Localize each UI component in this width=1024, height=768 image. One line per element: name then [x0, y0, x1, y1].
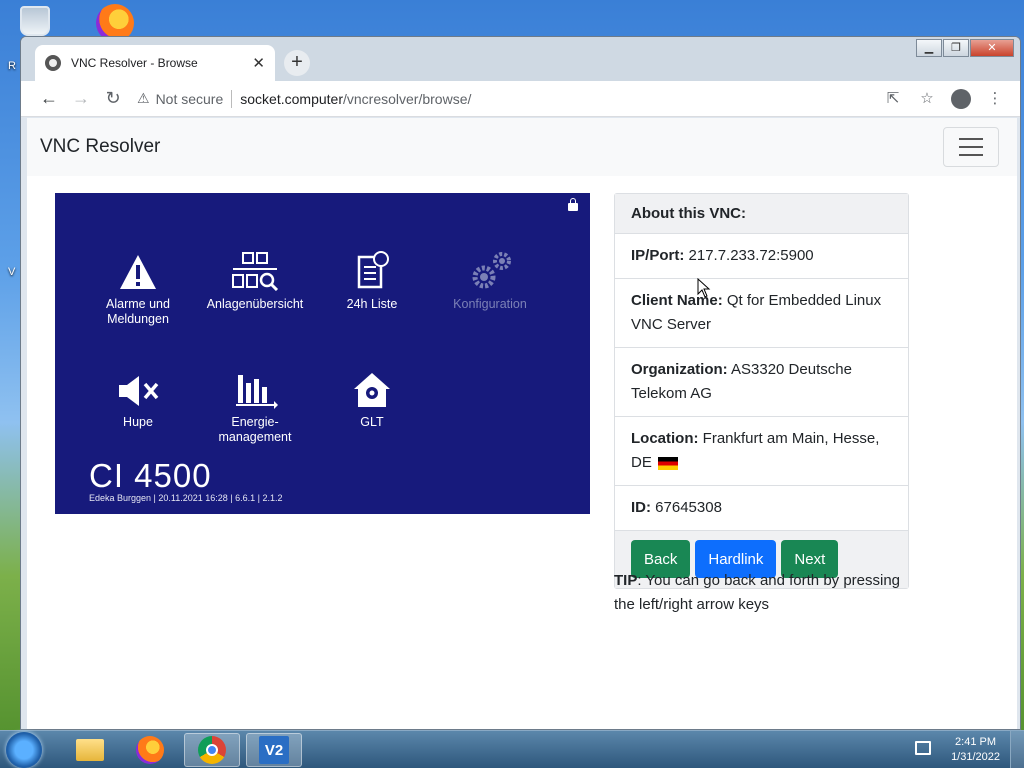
card-header: About this VNC:	[615, 194, 908, 234]
location-label: Location:	[631, 430, 699, 447]
ip-port-row: IP/Port: 217.7.233.72:5900	[615, 234, 908, 279]
address-separator	[231, 89, 233, 108]
tip-body: : You can go back and forth by pressing …	[614, 572, 901, 613]
gears-icon	[472, 252, 511, 289]
clock-time: 2:41 PM	[955, 736, 997, 748]
germany-flag-icon	[658, 456, 679, 470]
security-label[interactable]: Not secure	[156, 91, 224, 107]
organization-row: Organization: AS3320 Deutsche Telekom AG	[615, 348, 908, 417]
maximize-button[interactable]: ❐	[943, 39, 969, 57]
show-desktop-button[interactable]	[1010, 731, 1024, 768]
taskbar-firefox[interactable]	[122, 733, 178, 767]
vnc-tile-24h: 24h Liste	[312, 245, 432, 312]
taskbar: V2 2:41 PM 1/31/2022	[0, 730, 1024, 768]
window-close-button[interactable]: ✕	[970, 39, 1014, 57]
vnc-tile-alarme: Alarme und Meldungen	[78, 245, 198, 327]
warning-triangle-icon	[120, 255, 156, 289]
minimize-button[interactable]: ▁	[916, 39, 942, 57]
location-row: Location: Frankfurt am Main, Hesse, DE	[615, 417, 908, 486]
site-favicon-icon	[45, 55, 61, 71]
new-tab-button[interactable]: +	[284, 50, 310, 76]
vnc-tile-label: Alarme und Meldungen	[106, 297, 170, 326]
navbar-brand[interactable]: VNC Resolver	[40, 136, 160, 158]
share-icon[interactable]: ⇱	[876, 89, 910, 109]
profile-icon[interactable]	[944, 88, 978, 109]
toolbar-actions: ⇱ ☆ ⋮	[876, 88, 1012, 109]
warning-icon[interactable]: ⚠	[137, 90, 150, 107]
window-controls: ▁ ❐ ✕	[915, 39, 1014, 57]
tip-label: TIP	[614, 572, 638, 589]
url-host[interactable]: socket.computer	[240, 91, 343, 107]
tab-strip: VNC Resolver - Browse ✕ + ▁ ❐ ✕	[21, 37, 1020, 81]
taskbar-vnc-viewer[interactable]: V2	[246, 733, 302, 767]
vnc-tile-label: Hupe	[123, 415, 153, 429]
mouse-cursor-icon	[697, 278, 711, 298]
vnc-screenshot: Alarme und Meldungen Anlagenübersicht 24…	[55, 193, 590, 514]
id-value: 67645308	[655, 499, 722, 516]
vnc-tile-label: Anlagenübersicht	[206, 297, 304, 311]
vnc-tile-label: GLT	[360, 415, 384, 429]
vnc-tile-glt: GLT	[312, 363, 432, 430]
reload-icon[interactable]: ↻	[97, 83, 129, 115]
back-arrow-icon[interactable]: ←	[33, 83, 65, 115]
navbar-toggler-button[interactable]	[943, 127, 999, 167]
vnc-tile-konfiguration: Konfiguration	[430, 245, 550, 312]
bookmark-star-icon[interactable]: ☆	[910, 89, 944, 109]
address-bar[interactable]: ⚠ Not secure socket.computer/vncresolver…	[137, 85, 876, 113]
vnc-tile-label: Konfiguration	[453, 297, 527, 311]
vnc-tile-anlagen: Anlagenübersicht	[195, 245, 315, 312]
chrome-icon	[198, 736, 226, 764]
desktop-label-r: R	[8, 60, 16, 72]
forward-arrow-icon[interactable]: →	[65, 83, 97, 115]
site-navbar: VNC Resolver	[27, 118, 1017, 176]
tab-close-icon[interactable]: ✕	[252, 54, 265, 72]
browser-window: VNC Resolver - Browse ✕ + ▁ ❐ ✕ ← → ↻ ⚠ …	[20, 36, 1021, 730]
start-button[interactable]	[6, 732, 42, 768]
vnc-model-title: CI 4500	[89, 457, 212, 494]
taskbar-chrome[interactable]	[184, 733, 240, 767]
vnc-viewer-icon: V2	[259, 736, 289, 764]
tip-text: TIP: You can go back and forth by pressi…	[614, 569, 914, 617]
network-tray-icon[interactable]	[915, 741, 931, 755]
desktop-label-v: V	[8, 266, 16, 278]
id-label: ID:	[631, 499, 651, 516]
menu-kebab-icon[interactable]: ⋮	[978, 89, 1012, 109]
tab-title: VNC Resolver - Browse	[71, 56, 198, 70]
ip-value: 217.7.233.72:5900	[688, 247, 814, 264]
id-row: ID: 67645308	[615, 486, 908, 531]
vnc-tile-label: 24h Liste	[346, 297, 398, 311]
house-gear-icon	[354, 373, 390, 407]
web-page: VNC Resolver Alarme und Meldungen Anlage…	[27, 118, 1017, 729]
vnc-info-card: About this VNC: IP/Port: 217.7.233.72:59…	[614, 193, 909, 589]
vnc-footer-info: Edeka Burggen | 20.11.2021 16:28 | 6.6.1…	[89, 493, 283, 503]
browser-toolbar: ← → ↻ ⚠ Not secure socket.computer/vncre…	[21, 81, 1020, 117]
folder-icon	[76, 739, 104, 761]
ip-label: IP/Port:	[631, 247, 685, 264]
plant-overview-icon	[232, 252, 279, 291]
vnc-tile-hupe: Hupe	[78, 363, 198, 430]
vnc-tile-energie: Energie- management	[195, 363, 315, 445]
list-24h-icon	[357, 251, 389, 289]
speaker-mute-icon	[119, 376, 159, 406]
taskbar-explorer[interactable]	[62, 733, 118, 767]
energy-chart-icon	[236, 375, 278, 409]
recycle-bin-icon[interactable]	[20, 6, 50, 36]
clock-date: 1/31/2022	[951, 751, 1000, 763]
lock-icon	[568, 198, 578, 211]
url-path[interactable]: /vncresolver/browse/	[343, 91, 471, 107]
vnc-tile-label: Energie- management	[218, 415, 292, 444]
tab-vnc-resolver[interactable]: VNC Resolver - Browse ✕	[35, 45, 275, 81]
system-clock[interactable]: 2:41 PM 1/31/2022	[951, 735, 1000, 765]
client-name-row: Client Name: Qt for Embedded Linux VNC S…	[615, 279, 908, 348]
firefox-icon	[136, 736, 164, 764]
org-label: Organization:	[631, 361, 728, 378]
